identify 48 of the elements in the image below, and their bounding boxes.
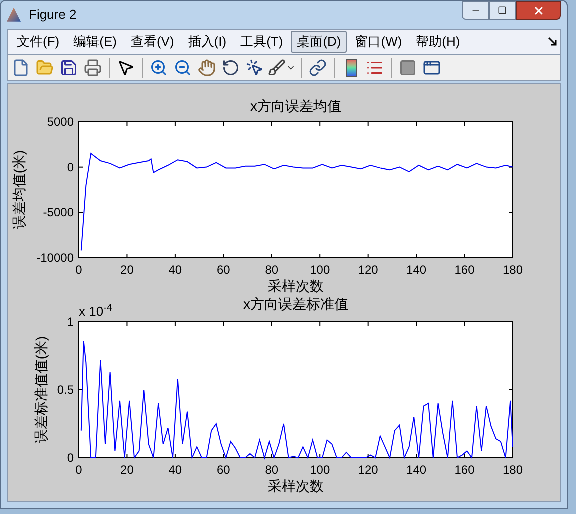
tick-label: 80 (265, 462, 279, 477)
tick-label: -5000 (43, 206, 74, 220)
tick-label: 160 (454, 262, 475, 277)
menu-item[interactable]: 文件(F) (11, 30, 66, 53)
tick-label: 80 (265, 262, 279, 277)
menu-item[interactable]: 帮助(H) (410, 30, 466, 53)
maximize-icon (498, 6, 507, 15)
tick-label: 180 (502, 462, 524, 477)
tick-label: 40 (168, 262, 182, 277)
tick-label: -10000 (36, 250, 74, 265)
menu-item[interactable]: 桌面(D) (291, 30, 348, 53)
chart-title: x方向误差标准值 (244, 296, 348, 312)
tick-label: 40 (168, 462, 182, 477)
menu-item[interactable]: 编辑(E) (68, 30, 123, 53)
tick-label: 20 (120, 262, 134, 277)
chart-title: x方向误差均值 (250, 98, 342, 114)
close-icon (532, 4, 544, 16)
axis-label: 误差均值(米) (11, 150, 27, 230)
tick-label: 20 (120, 462, 134, 477)
window-title: Figure 2 (29, 6, 77, 24)
menu-item[interactable]: 工具(T) (234, 30, 290, 53)
axis-label: 采样次数 (268, 278, 324, 294)
maximize-button[interactable] (489, 1, 516, 20)
axis-label: 误差标准值值(米) (33, 336, 49, 444)
tick-label: 5000 (47, 114, 74, 129)
tick-label: 100 (310, 262, 330, 277)
tick-label: 60 (216, 462, 230, 477)
tick-label: 0 (67, 450, 74, 465)
tick-label: 100 (310, 462, 330, 477)
tick-label: 0.5 (57, 382, 74, 397)
menu-item[interactable]: 查看(V) (124, 30, 180, 53)
tick-label: 120 (358, 262, 378, 277)
tick-label: 140 (406, 262, 427, 277)
tick-label: 140 (406, 462, 427, 477)
tick-label: 160 (454, 462, 475, 477)
tick-label: 180 (502, 262, 524, 277)
menu-item[interactable]: 窗口(W) (349, 30, 408, 53)
tick-label: 0 (67, 160, 74, 174)
tick-label: 1 (67, 314, 74, 329)
dock-arrow-icon[interactable] (548, 37, 557, 46)
tick-label: 60 (216, 262, 230, 277)
tick-label: 0 (76, 262, 82, 277)
menu-item[interactable]: 插入(I) (182, 30, 233, 53)
axis-exponent: x 10$^{-4}$ (79, 302, 112, 319)
close-button[interactable] (516, 1, 561, 20)
axis-label: 采样次数 (268, 478, 324, 494)
tick-label: 120 (358, 462, 378, 477)
tick-label: 0 (76, 462, 82, 477)
